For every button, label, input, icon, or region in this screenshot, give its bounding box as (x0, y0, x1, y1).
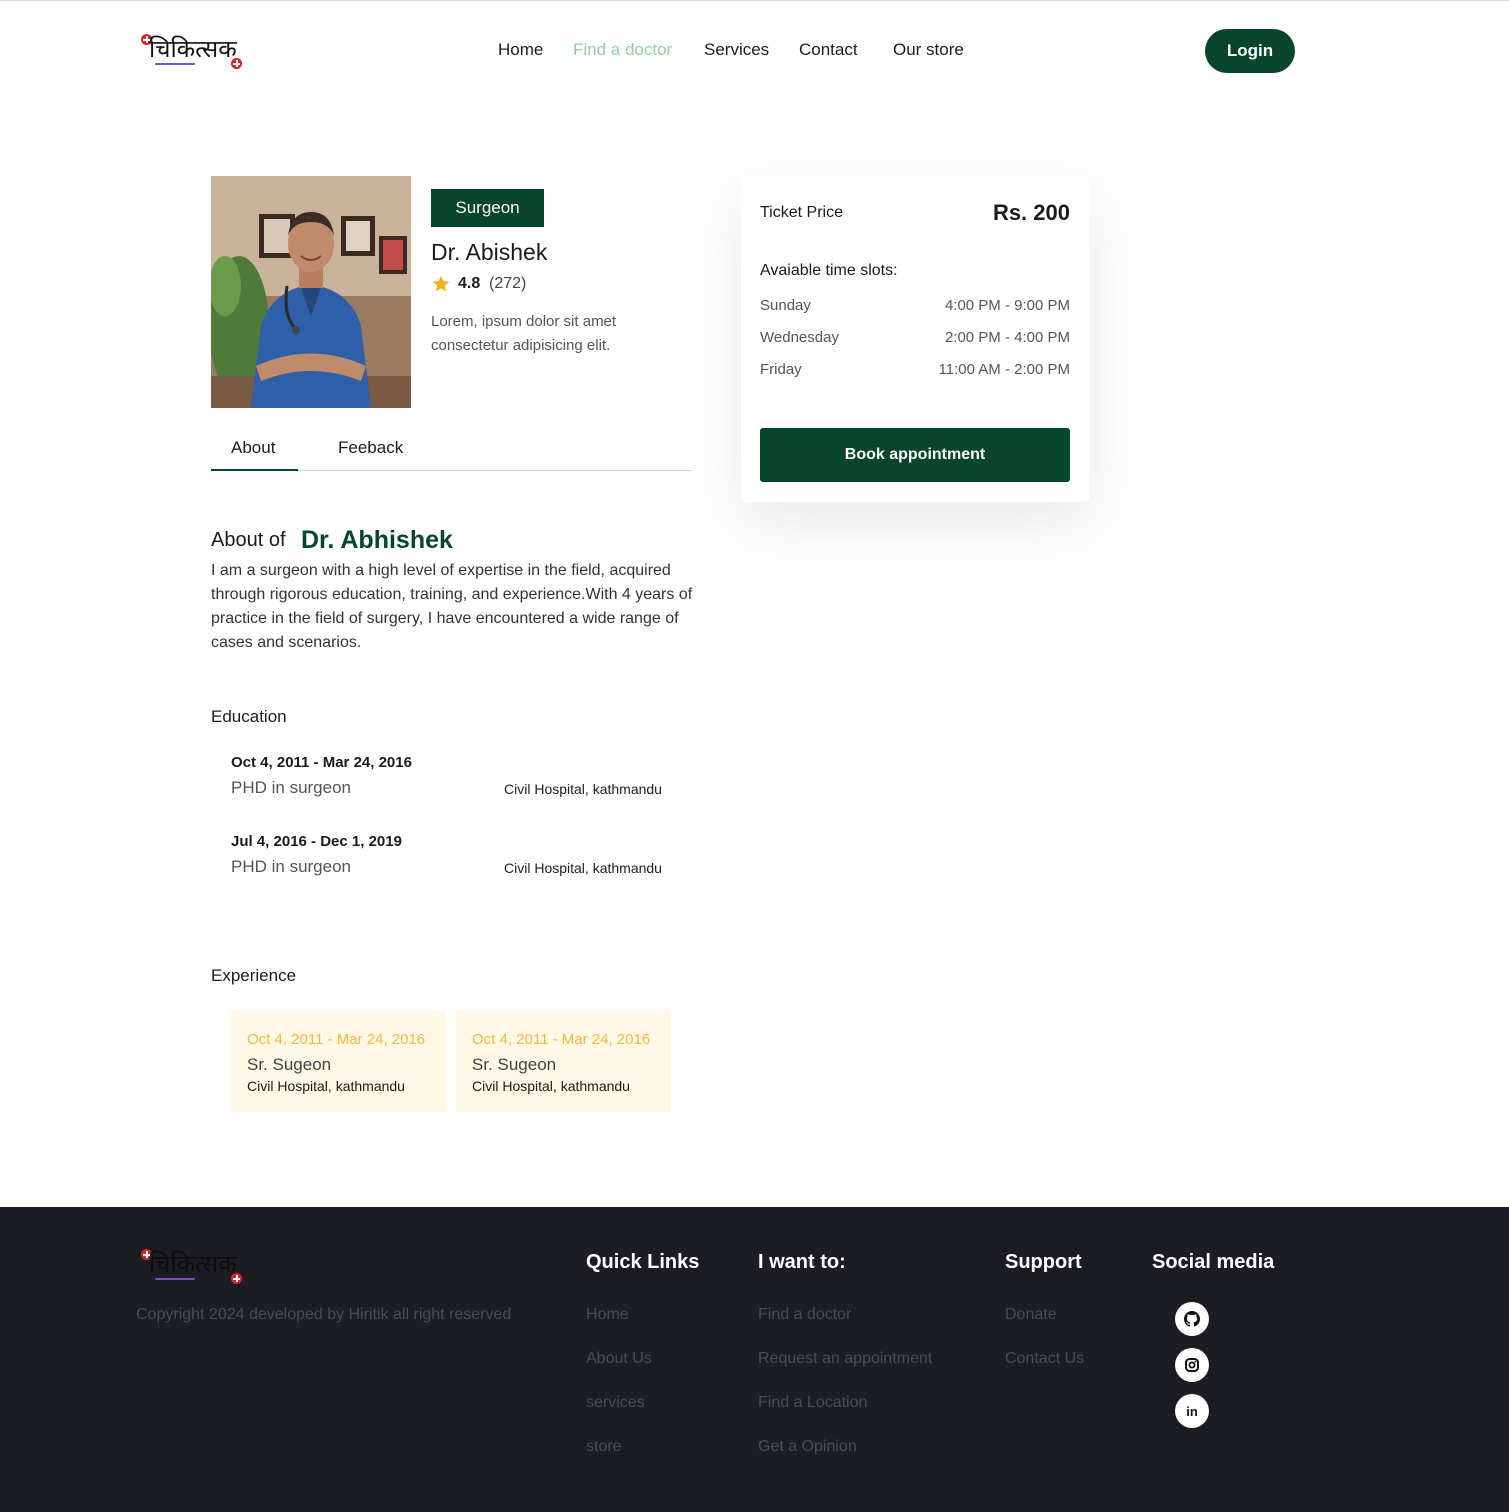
slot-time: 4:00 PM - 9:00 PM (944, 297, 1070, 314)
top-border (0, 0, 1509, 1)
education-heading: Education (211, 707, 287, 726)
support-heading: Support (1005, 1251, 1082, 1273)
github-icon (1184, 1311, 1200, 1327)
linkedin-link[interactable]: in (1175, 1394, 1209, 1428)
nav-home[interactable]: Home (498, 40, 543, 62)
experience-role: Sr. Sugeon (472, 1055, 557, 1074)
slot-time: 2:00 PM - 4:00 PM (944, 329, 1070, 346)
red-cross-icon (231, 58, 242, 69)
login-button[interactable]: Login (1205, 29, 1295, 73)
tab-feedback[interactable]: Feeback (338, 438, 403, 458)
footer-link-request-appointment[interactable]: Request an appointment (758, 1350, 932, 1368)
slot-day: Sunday (760, 297, 811, 314)
ticket-card: Ticket Price Rs. 200 Avaiable time slots… (741, 176, 1090, 502)
nav-contact[interactable]: Contact (799, 40, 858, 62)
nav-find-a-doctor[interactable]: Find a doctor (573, 40, 672, 62)
social-media-heading: Social media (1152, 1251, 1275, 1273)
about-heading-name: Dr. Abhishek (301, 526, 453, 554)
logo-underline (155, 63, 195, 65)
education-place: Civil Hospital, kathmandu (504, 860, 662, 876)
experience-card: Oct 4, 2011 - Mar 24, 2016 Sr. Sugeon Ci… (231, 1011, 446, 1112)
slot-day: Wednesday (760, 329, 839, 346)
experience-date: Oct 4, 2011 - Mar 24, 2016 (247, 1031, 426, 1048)
red-cross-icon (231, 1273, 242, 1284)
education-degree: PHD in surgeon (231, 857, 352, 876)
footer-link-find-a-doctor[interactable]: Find a doctor (758, 1306, 851, 1324)
footer: चिकित्सक Copyright 2024 developed by Hir… (0, 1207, 1509, 1512)
footer-link-get-opinion[interactable]: Get a Opinion (758, 1438, 857, 1456)
logo-text: चिकित्सक (149, 1250, 237, 1278)
experience-place: Civil Hospital, kathmandu (472, 1078, 630, 1094)
nav-services[interactable]: Services (704, 40, 769, 62)
education-degree: PHD in surgeon (231, 778, 352, 797)
copyright-text: Copyright 2024 developed by Hiritik all … (136, 1306, 512, 1323)
instagram-icon (1185, 1358, 1199, 1372)
slot-time: 11:00 AM - 2:00 PM (938, 361, 1070, 378)
logo-text: चिकित्सक (149, 35, 237, 63)
about-heading-prefix: About of (211, 529, 286, 551)
linkedin-icon: in (1186, 1403, 1198, 1419)
instagram-link[interactable] (1175, 1348, 1209, 1382)
nav-our-store[interactable]: Our store (893, 40, 964, 62)
star-icon (432, 275, 450, 292)
doctor-name: Dr. Abishek (431, 239, 548, 265)
education-date: Oct 4, 2011 - Mar 24, 2016 (231, 754, 412, 771)
footer-link-donate[interactable]: Donate (1005, 1306, 1057, 1324)
experience-date: Oct 4, 2011 - Mar 24, 2016 (472, 1031, 651, 1048)
education-date: Jul 4, 2016 - Dec 1, 2019 (231, 833, 402, 850)
about-text: I am a surgeon with a high level of expe… (211, 562, 693, 651)
quick-links-heading: Quick Links (586, 1251, 700, 1273)
github-link[interactable] (1175, 1302, 1209, 1336)
footer-link-services[interactable]: services (586, 1394, 645, 1412)
ticket-price-label: Ticket Price (760, 204, 843, 221)
footer-logo[interactable]: चिकित्सक (141, 1249, 251, 1289)
experience-card: Oct 4, 2011 - Mar 24, 2016 Sr. Sugeon Ci… (456, 1011, 671, 1112)
experience-place: Civil Hospital, kathmandu (247, 1078, 405, 1094)
footer-link-find-location[interactable]: Find a Location (758, 1394, 867, 1412)
footer-link-home[interactable]: Home (586, 1306, 629, 1324)
footer-link-contact-us[interactable]: Contact Us (1005, 1350, 1084, 1368)
ticket-price-value: Rs. 200 (992, 200, 1070, 225)
slot-day: Friday (760, 361, 802, 378)
footer-link-about-us[interactable]: About Us (586, 1350, 652, 1368)
doctor-short-description: Lorem, ipsum dolor sit amet consectetur … (431, 313, 617, 354)
doctor-photo (211, 176, 411, 408)
i-want-to-heading: I want to: (758, 1251, 846, 1273)
footer-link-store[interactable]: store (586, 1438, 622, 1456)
specialty-badge: Surgeon (431, 189, 544, 227)
logo-underline (155, 1278, 195, 1280)
rating-count: (272) (489, 275, 527, 292)
experience-role: Sr. Sugeon (247, 1055, 332, 1074)
book-appointment-button[interactable]: Book appointment (760, 428, 1070, 482)
tab-about[interactable]: About (231, 438, 275, 458)
active-tab-indicator (211, 469, 298, 471)
rating-value: 4.8 (458, 275, 481, 292)
education-place: Civil Hospital, kathmandu (504, 781, 662, 797)
logo[interactable]: चिकित्सक (141, 34, 251, 74)
experience-heading: Experience (211, 966, 297, 985)
time-slots-heading: Avaiable time slots: (760, 262, 898, 279)
